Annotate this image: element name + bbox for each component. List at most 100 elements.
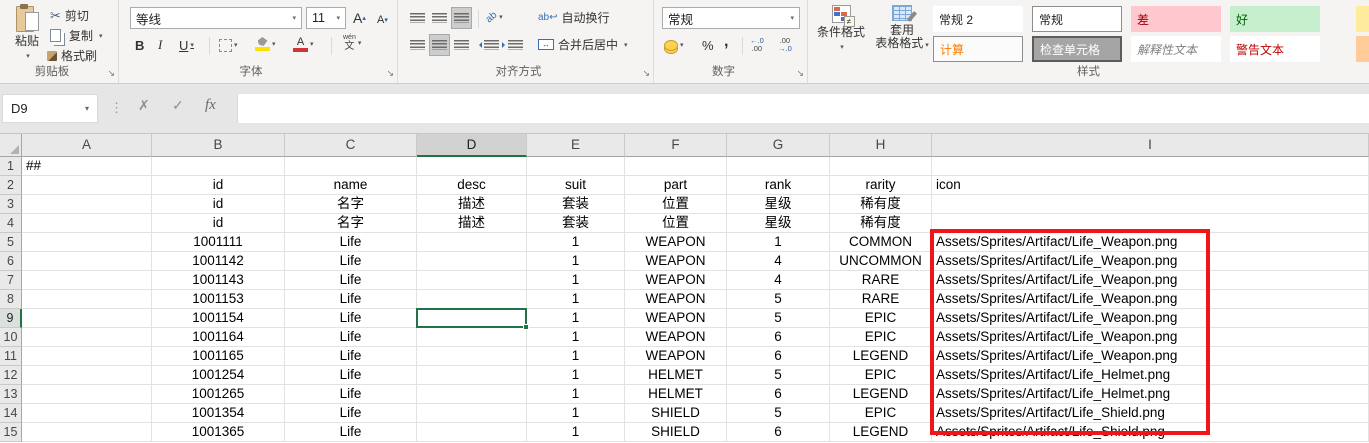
cell-F10[interactable]: WEAPON — [625, 328, 727, 347]
cell-A4[interactable] — [22, 214, 152, 233]
bold-button[interactable]: B — [133, 35, 146, 55]
cell-B8[interactable]: 1001153 — [152, 290, 285, 309]
cell-B9[interactable]: 1001154 — [152, 309, 285, 328]
comma-style-button[interactable]: , — [722, 32, 730, 52]
cell-B10[interactable]: 1001164 — [152, 328, 285, 347]
cell-F5[interactable]: WEAPON — [625, 233, 727, 252]
cell-G13[interactable]: 6 — [727, 385, 830, 404]
cell-A11[interactable] — [22, 347, 152, 366]
cell-H11[interactable]: LEGEND — [830, 347, 932, 366]
cell-B6[interactable]: 1001142 — [152, 252, 285, 271]
number-dialog-launcher-icon[interactable]: ↘ — [796, 69, 804, 78]
cell-style-item-good[interactable]: 好 — [1230, 6, 1320, 32]
cell-C14[interactable]: Life — [285, 404, 417, 423]
row-header-11[interactable]: 11 — [0, 347, 22, 366]
cell-D10[interactable] — [417, 328, 527, 347]
cell-B4[interactable]: id — [152, 214, 285, 233]
cell-I5[interactable]: Assets/Sprites/Artifact/Life_Weapon.png — [932, 233, 1369, 252]
row-header-5[interactable]: 5 — [0, 233, 22, 252]
cell-A3[interactable] — [22, 195, 152, 214]
cell-E4[interactable]: 套装 — [527, 214, 625, 233]
row-header-4[interactable]: 4 — [0, 214, 22, 233]
row-header-6[interactable]: 6 — [0, 252, 22, 271]
cell-E12[interactable]: 1 — [527, 366, 625, 385]
number-format-combobox[interactable]: 常规▾ — [662, 7, 800, 29]
cell-A12[interactable] — [22, 366, 152, 385]
cell-B11[interactable]: 1001165 — [152, 347, 285, 366]
cell-H10[interactable]: EPIC — [830, 328, 932, 347]
fx-icon[interactable]: fx — [205, 97, 216, 114]
cell-F1[interactable] — [625, 157, 727, 176]
cell-E15[interactable]: 1 — [527, 423, 625, 442]
cell-D3[interactable]: 描述 — [417, 195, 527, 214]
font-dialog-launcher-icon[interactable]: ↘ — [386, 69, 394, 78]
cell-D4[interactable]: 描述 — [417, 214, 527, 233]
paste-button[interactable]: 粘贴▾ — [8, 4, 46, 63]
row-header-10[interactable]: 10 — [0, 328, 22, 347]
cell-G1[interactable] — [727, 157, 830, 176]
percent-style-button[interactable]: % — [700, 35, 716, 55]
cell-G7[interactable]: 4 — [727, 271, 830, 290]
cell-H7[interactable]: RARE — [830, 271, 932, 290]
cell-style-item-bad[interactable]: 差 — [1131, 6, 1221, 32]
font-color-button[interactable]: A▾ — [291, 34, 316, 54]
row-header-3[interactable]: 3 — [0, 195, 22, 214]
italic-button[interactable]: I — [156, 35, 164, 55]
cell-F15[interactable]: SHIELD — [625, 423, 727, 442]
cell-F4[interactable]: 位置 — [625, 214, 727, 233]
cell-G3[interactable]: 星级 — [727, 195, 830, 214]
clipboard-dialog-launcher-icon[interactable]: ↘ — [107, 69, 115, 78]
borders-button[interactable]: ▾ — [217, 35, 240, 55]
cell-E9[interactable]: 1 — [527, 309, 625, 328]
cell-I10[interactable]: Assets/Sprites/Artifact/Life_Weapon.png — [932, 328, 1369, 347]
cell-I11[interactable]: Assets/Sprites/Artifact/Life_Weapon.png — [932, 347, 1369, 366]
cell-B7[interactable]: 1001143 — [152, 271, 285, 290]
cell-D15[interactable] — [417, 423, 527, 442]
column-header-B[interactable]: B — [152, 134, 285, 157]
name-box[interactable]: D9 ▾ — [2, 94, 98, 123]
cell-style-item-partial[interactable] — [1356, 6, 1369, 32]
cell-E8[interactable]: 1 — [527, 290, 625, 309]
cell-I14[interactable]: Assets/Sprites/Artifact/Life_Shield.png — [932, 404, 1369, 423]
cell-F6[interactable]: WEAPON — [625, 252, 727, 271]
cell-I7[interactable]: Assets/Sprites/Artifact/Life_Weapon.png — [932, 271, 1369, 290]
format-as-table-button[interactable]: 套用表格格式▾ — [872, 5, 932, 52]
row-header-9[interactable]: 9 — [0, 309, 22, 328]
enter-icon[interactable]: ✓ — [172, 97, 184, 114]
row-header-2[interactable]: 2 — [0, 176, 22, 195]
orientation-button[interactable]: ab▾ — [484, 7, 505, 27]
cell-I3[interactable] — [932, 195, 1369, 214]
cell-H2[interactable]: rarity — [830, 176, 932, 195]
cell-B1[interactable] — [152, 157, 285, 176]
copy-button[interactable]: 复制 ▾ — [50, 26, 103, 45]
increase-decimal-button[interactable]: ←.0.00 — [748, 35, 766, 55]
conditional-formatting-button[interactable]: ≠ 条件格式▾ — [814, 5, 868, 54]
cell-B3[interactable]: id — [152, 195, 285, 214]
cell-G8[interactable]: 5 — [727, 290, 830, 309]
decrease-indent-button[interactable] — [482, 35, 501, 55]
font-size-combobox[interactable]: 11▾ — [306, 7, 346, 29]
decrease-font-size-button[interactable]: A▾ — [375, 10, 390, 30]
row-header-13[interactable]: 13 — [0, 385, 22, 404]
cell-style-item-calculation[interactable]: 计算 — [933, 36, 1023, 62]
align-right-button[interactable] — [452, 35, 471, 55]
decrease-decimal-button[interactable]: .00→.0 — [776, 35, 794, 55]
phonetic-guide-button[interactable]: wén文▾ — [341, 33, 363, 53]
cell-style-item-explanatory[interactable]: 解释性文本 — [1131, 36, 1221, 62]
cell-A14[interactable] — [22, 404, 152, 423]
cell-C8[interactable]: Life — [285, 290, 417, 309]
cell-G6[interactable]: 4 — [727, 252, 830, 271]
align-bottom-button[interactable] — [452, 8, 471, 28]
cell-A5[interactable] — [22, 233, 152, 252]
cell-H15[interactable]: LEGEND — [830, 423, 932, 442]
cell-G15[interactable]: 6 — [727, 423, 830, 442]
cell-I15[interactable]: Assets/Sprites/Artifact/Life_Shield.png — [932, 423, 1369, 442]
cell-I2[interactable]: icon — [932, 176, 1369, 195]
cell-D5[interactable] — [417, 233, 527, 252]
cell-B14[interactable]: 1001354 — [152, 404, 285, 423]
column-header-H[interactable]: H — [830, 134, 932, 157]
cell-F12[interactable]: HELMET — [625, 366, 727, 385]
cancel-icon[interactable]: ✗ — [138, 97, 150, 114]
cell-D11[interactable] — [417, 347, 527, 366]
cell-G10[interactable]: 6 — [727, 328, 830, 347]
